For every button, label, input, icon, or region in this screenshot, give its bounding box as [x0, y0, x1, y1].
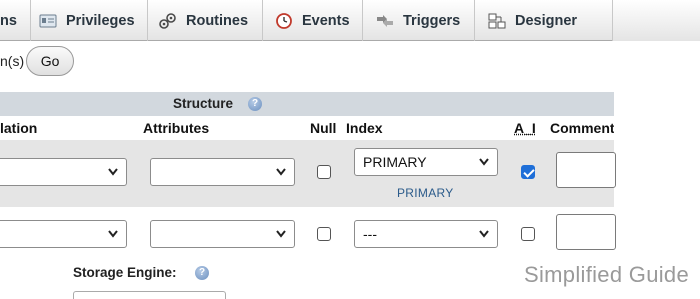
chevron-down-icon	[479, 158, 489, 166]
column-header-collation: lation	[0, 120, 38, 136]
column-header-null: Null	[310, 120, 337, 136]
watermark: Simplified Guide	[524, 262, 689, 287]
index-value: PRIMARY	[363, 154, 427, 170]
designer-icon	[488, 13, 506, 29]
tab-bar-filler	[612, 0, 700, 41]
tab-events[interactable]: Events	[262, 0, 362, 41]
storage-engine-label: Storage Engine:	[73, 265, 177, 280]
column-header-comments: Comments	[550, 120, 614, 136]
tab-bar: ns Privileges Routines Events Triggers D…	[0, 0, 700, 41]
tab-label: Privileges	[66, 12, 135, 29]
index-name-link[interactable]: PRIMARY	[397, 186, 454, 200]
index-select[interactable]: ---	[354, 220, 498, 248]
tab-privileges[interactable]: Privileges	[30, 0, 147, 41]
tab-routines[interactable]: Routines	[147, 0, 262, 41]
column-header-attributes: Attributes	[143, 120, 210, 136]
tab-label: ns	[0, 12, 17, 29]
structure-header: Structure ?	[0, 92, 614, 116]
column-header-auto-increment: A_I	[514, 120, 536, 136]
help-icon[interactable]: ?	[248, 97, 262, 111]
chevron-down-icon	[276, 230, 286, 238]
collation-select[interactable]	[0, 158, 127, 186]
table-row: PRIMARY PRIMARY	[0, 140, 616, 207]
null-checkbox[interactable]	[317, 165, 331, 179]
routines-icon	[159, 12, 177, 29]
privileges-icon	[39, 13, 57, 29]
go-row: n(s) Go	[0, 46, 75, 76]
go-button[interactable]: Go	[26, 46, 75, 76]
index-select[interactable]: PRIMARY	[354, 148, 498, 176]
index-value: ---	[363, 226, 377, 242]
triggers-icon	[376, 13, 394, 29]
attributes-select[interactable]	[150, 158, 295, 186]
tab-partial[interactable]: ns	[0, 0, 30, 41]
auto-increment-checkbox[interactable]	[521, 227, 535, 241]
column-header-index: Index	[346, 120, 383, 136]
chevron-down-icon	[479, 230, 489, 238]
collation-select[interactable]	[0, 220, 127, 248]
comments-input[interactable]	[556, 152, 616, 188]
events-icon	[275, 12, 293, 29]
tab-label: Designer	[515, 12, 578, 29]
auto-increment-checkbox[interactable]	[521, 165, 535, 179]
tab-designer[interactable]: Designer	[474, 0, 612, 41]
structure-title: Structure	[173, 96, 234, 111]
tab-triggers[interactable]: Triggers	[362, 0, 474, 41]
go-prefix-text: n(s)	[0, 53, 25, 69]
chevron-down-icon	[108, 168, 118, 176]
chevron-down-icon	[108, 230, 118, 238]
tab-label: Triggers	[403, 12, 461, 29]
null-checkbox[interactable]	[317, 227, 331, 241]
comments-input[interactable]	[556, 214, 616, 250]
help-icon[interactable]: ?	[195, 266, 209, 280]
attributes-select[interactable]	[150, 220, 295, 248]
tab-label: Events	[302, 12, 350, 29]
table-row: ---	[0, 207, 616, 263]
chevron-down-icon	[276, 168, 286, 176]
tab-label: Routines	[186, 12, 249, 29]
storage-engine-select[interactable]	[73, 291, 226, 299]
